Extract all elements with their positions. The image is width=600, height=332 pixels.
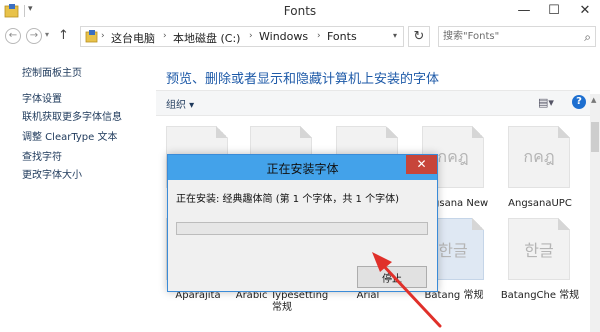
address-bar[interactable]: › 这台电脑 › 本地磁盘 (C:) › Windows › Fonts ▾ [80,26,404,47]
window-titlebar: ▾ Fonts — ☐ ✕ [0,0,600,22]
recent-locations-icon[interactable]: ▾ [45,30,49,39]
help-button[interactable]: ? [572,95,586,109]
refresh-button[interactable]: ↻ [408,26,430,47]
breadcrumb-local-disk[interactable]: 本地磁盘 (C:) [173,30,240,46]
address-dropdown-icon[interactable]: ▾ [393,31,397,40]
font-file-icon: กคฎ [508,126,570,188]
navigation-bar: ← → ▾ ↑ › 这台电脑 › 本地磁盘 (C:) › Windows › F… [0,22,600,50]
back-button[interactable]: ← [5,28,21,44]
installing-fonts-dialog: 正在安装字体 ✕ 正在安装: 经典趣体简 (第 1 个字体，共 1 个字体) 停… [167,154,438,292]
font-name-label: BatangChe 常规 [500,290,580,301]
sidebar-item-get-font-info-online[interactable]: 联机获取更多字体信息 [22,108,122,123]
organize-button[interactable]: 组织 ▾ [166,96,194,111]
maximize-button[interactable]: ☐ [540,0,568,22]
scrollbar-thumb[interactable] [591,122,599,152]
sidebar-item-find-character[interactable]: 查找字符 [22,148,62,163]
dialog-close-button[interactable]: ✕ [406,155,437,174]
sidebar-item-font-settings[interactable]: 字体设置 [22,90,62,105]
search-input[interactable] [443,29,573,44]
forward-button[interactable]: → [26,28,42,44]
close-button[interactable]: ✕ [570,0,600,22]
dialog-body: 正在安装: 经典趣体简 (第 1 个字体，共 1 个字体) 停止 [168,180,437,291]
stop-button[interactable]: 停止 [357,266,427,288]
breadcrumb-separator-icon[interactable]: › [163,31,167,41]
breadcrumb-fonts[interactable]: Fonts [327,30,357,43]
dialog-titlebar: 正在安装字体 ✕ [168,155,437,180]
sidebar: 控制面板主页 字体设置 联机获取更多字体信息 调整 ClearType 文本 查… [0,50,150,332]
font-name-label: AngsanaUPC [508,198,572,209]
sidebar-item-adjust-cleartype[interactable]: 调整 ClearType 文本 [22,128,117,143]
install-progress-bar [176,222,428,235]
change-view-button[interactable]: ▤▾ [538,96,556,110]
font-preview-glyph: 한글 [524,241,554,260]
sidebar-item-change-font-size[interactable]: 更改字体大小 [22,166,82,181]
font-preview-glyph: กคฎ [523,147,555,166]
page-title: 预览、删除或者显示和隐藏计算机上安装的字体 [166,72,440,87]
breadcrumb-separator-icon[interactable]: › [317,31,321,41]
scroll-up-icon[interactable]: ▲ [591,96,596,104]
font-file-icon: 한글 [508,218,570,280]
breadcrumb-windows[interactable]: Windows [259,30,308,43]
minimize-button[interactable]: — [510,0,538,22]
search-box[interactable]: ⌕ [438,26,596,47]
breadcrumb-separator-icon[interactable]: › [249,31,253,41]
breadcrumb-separator-icon[interactable]: › [101,31,105,41]
dialog-title: 正在安装字体 [266,162,339,176]
install-status-text: 正在安装: 经典趣体简 (第 1 个字体，共 1 个字体) [176,194,399,205]
breadcrumb-this-pc[interactable]: 这台电脑 [111,30,155,46]
search-icon[interactable]: ⌕ [584,30,591,45]
vertical-scrollbar[interactable]: ▲ [590,94,600,332]
fonts-folder-icon [85,30,98,43]
sidebar-item-control-panel-home[interactable]: 控制面板主页 [22,64,82,79]
up-button[interactable]: ↑ [58,28,69,43]
command-bar: 组织 ▾ ▤▾ ? [156,90,590,116]
